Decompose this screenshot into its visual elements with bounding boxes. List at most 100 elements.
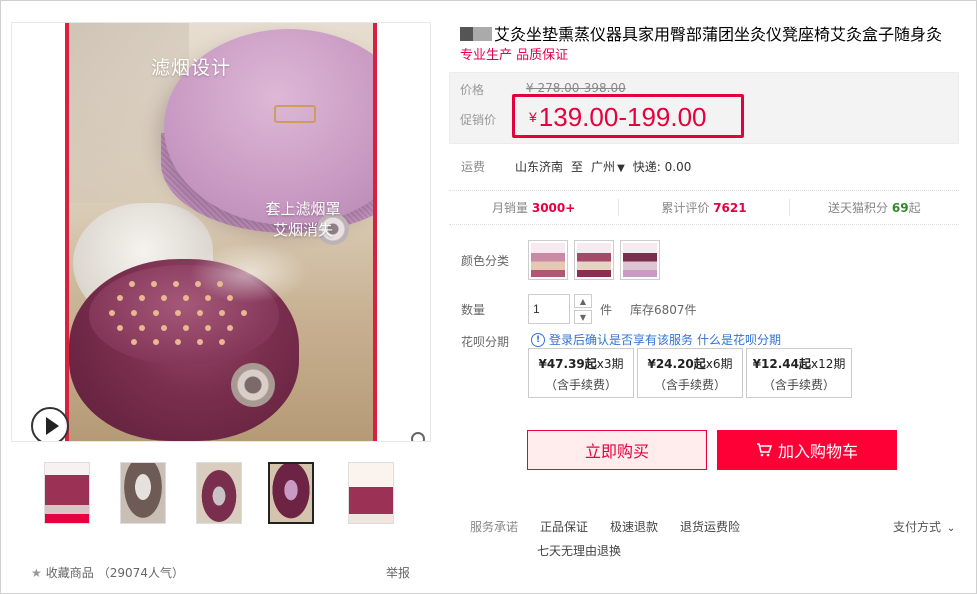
cushion-hole: [139, 325, 145, 331]
installment-term: x3期: [596, 357, 624, 371]
cushion-hole: [151, 281, 157, 287]
chevron-down-icon: ▼: [617, 163, 625, 174]
express-fee: 快递: 0.00: [632, 160, 692, 174]
stock-count: 库存6807件: [630, 303, 697, 317]
cushion-hole: [197, 310, 203, 316]
installment-term: x6期: [705, 357, 733, 371]
chevron-down-icon: ⌄: [946, 523, 956, 534]
cushion-hole: [197, 339, 203, 345]
ship-to-select[interactable]: 广州 ▼: [591, 158, 625, 175]
quantity-label: 数量: [461, 303, 486, 317]
thumbnail[interactable]: [268, 462, 314, 524]
star-icon: ★: [31, 565, 42, 580]
price-panel: 价格 ¥ 278.00-398.00 促销价 ¥139.00-199.00: [449, 72, 959, 144]
buy-now-button[interactable]: 立即购买: [527, 430, 707, 470]
quantity-input[interactable]: [528, 294, 570, 324]
payment-methods-dropdown[interactable]: 支付方式 ⌄: [893, 518, 955, 535]
original-price: ¥ 278.00-398.00: [526, 81, 626, 95]
installment-option[interactable]: ¥12.44起x12期 （含手续费）: [746, 348, 852, 398]
cushion-hole: [117, 325, 123, 331]
cushion-hole: [217, 281, 223, 287]
main-product-image: 滤烟设计 套上滤烟罩 艾烟消失: [65, 23, 377, 441]
points-label: 送天猫积分: [828, 201, 889, 215]
thumbnail[interactable]: [120, 462, 166, 524]
installment-fee: （含手续费）: [653, 378, 726, 392]
cushion-hole: [227, 295, 233, 301]
color-label: 颜色分类: [461, 254, 510, 268]
currency-symbol: ¥: [529, 109, 537, 125]
cushion-hole: [131, 310, 137, 316]
installment-amount: ¥12.44起: [752, 357, 811, 371]
product-subtitle: 专业生产 品质保证: [460, 48, 569, 63]
magnifier-icon[interactable]: [410, 431, 430, 442]
cushion-hole: [131, 339, 137, 345]
service-item[interactable]: 正品保证: [540, 518, 588, 535]
service-item-return[interactable]: 七天无理由退换: [537, 542, 621, 559]
cushion-hole: [153, 339, 159, 345]
reviews-label: 累计评价: [661, 201, 710, 215]
cushion-hole: [161, 295, 167, 301]
points-value: 69: [891, 201, 909, 215]
installment-term: x12期: [810, 357, 846, 371]
favorite-count: （29074人气）: [97, 566, 184, 580]
points-unit: 起: [908, 201, 921, 215]
reviews-value: 7621: [713, 201, 747, 215]
cushion-hole: [173, 281, 179, 287]
caption-line-1: 套上滤烟罩: [265, 200, 341, 218]
info-icon: !: [531, 332, 545, 347]
service-promises: 服务承诺 正品保证 极速退款 退货运费险: [470, 518, 740, 535]
image-overlay-caption: 套上滤烟罩 艾烟消失: [248, 199, 358, 241]
color-swatch[interactable]: [574, 240, 614, 280]
cushion-hole: [175, 310, 181, 316]
caption-line-2: 艾烟消失: [272, 221, 333, 239]
main-image-viewer[interactable]: 滤烟设计 套上滤烟罩 艾烟消失: [11, 22, 431, 442]
purple-cushion-vent: [231, 363, 275, 407]
review-count[interactable]: 累计评价 7621: [619, 199, 790, 216]
payment-methods-label: 支付方式: [893, 520, 942, 534]
product-title-text: 艾灸坐垫熏蒸仪器具家用臀部蒲团坐灸仪凳座椅艾灸盒子随身灸: [494, 25, 943, 44]
favorite-link[interactable]: ★ 收藏商品 （29074人气）: [31, 564, 184, 581]
ship-from: 山东济南: [515, 160, 564, 174]
cushion-hole: [109, 310, 115, 316]
installment-option[interactable]: ¥47.39起x3期 （含手续费）: [528, 348, 634, 398]
favorite-label: 收藏商品: [45, 566, 94, 580]
quantity-decrease-button[interactable]: ▼: [574, 310, 592, 324]
promo-price: ¥139.00-199.00: [529, 102, 707, 133]
color-swatch[interactable]: [620, 240, 660, 280]
report-link[interactable]: 举报: [386, 564, 410, 581]
cushion-hole: [175, 339, 181, 345]
login-note[interactable]: 登录后确认是否享有该服务: [549, 331, 693, 348]
ship-to-word: 至: [571, 160, 584, 174]
image-overlay-title: 滤烟设计: [151, 57, 232, 79]
cushion-hole: [227, 325, 233, 331]
smoke: [189, 243, 309, 303]
cushion-hole: [241, 310, 247, 316]
monthly-label: 月销量: [492, 201, 529, 215]
thumbnail[interactable]: [348, 462, 394, 524]
shipping-label: 运费: [461, 160, 486, 174]
color-swatch[interactable]: [528, 240, 568, 280]
price-label: 价格: [460, 83, 485, 97]
monthly-value: 3000+: [531, 201, 576, 215]
service-item[interactable]: 退货运费险: [680, 518, 740, 535]
cushion-hole: [129, 281, 135, 287]
cushion-hole: [139, 295, 145, 301]
product-title: 艾灸坐垫熏蒸仪器具家用臀部蒲团坐灸仪凳座椅艾灸盒子随身灸: [460, 21, 965, 45]
quantity-increase-button[interactable]: ▲: [574, 294, 592, 308]
promo-label: 促销价: [460, 113, 497, 127]
installment-note: ! 登录后确认是否享有该服务 什么是花呗分期: [531, 331, 781, 348]
thumbnail[interactable]: [44, 462, 90, 524]
service-item[interactable]: 极速退款: [610, 518, 658, 535]
cushion-hole: [219, 310, 225, 316]
ship-to: 广州: [591, 160, 616, 174]
cushion-hole: [205, 295, 211, 301]
cushion-hole: [161, 325, 167, 331]
play-icon[interactable]: [31, 407, 69, 441]
thumbnail[interactable]: [196, 462, 242, 524]
installment-option[interactable]: ¥24.20起x6期 （含手续费）: [637, 348, 743, 398]
title-brand-block: [460, 27, 492, 41]
add-to-cart-button[interactable]: 加入购物车: [717, 430, 897, 470]
add-to-cart-label: 加入购物车: [777, 442, 858, 461]
huabei-help-link[interactable]: 什么是花呗分期: [697, 331, 781, 348]
cushion-hole: [219, 339, 225, 345]
